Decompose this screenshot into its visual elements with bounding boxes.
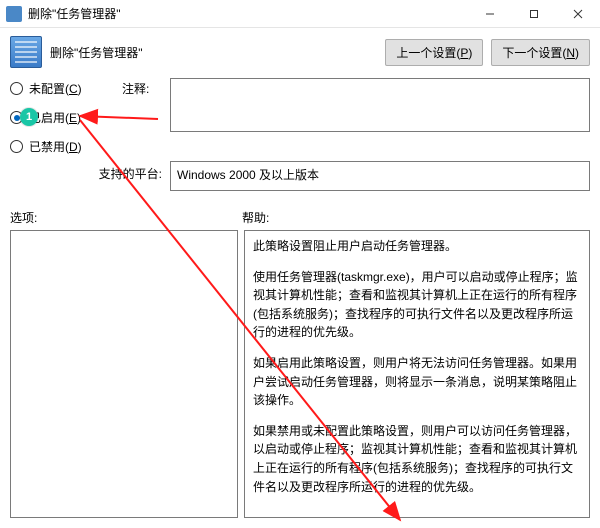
config-area: 未配置(C) 已启用(E) 已禁用(D) 注释: 支持的平台: Windows … xyxy=(0,78,600,191)
help-paragraph: 使用任务管理器(taskmgr.exe)，用户可以启动或停止程序；监视其计算机性… xyxy=(253,268,581,342)
window-title: 删除"任务管理器" xyxy=(28,5,468,22)
radio-disabled[interactable]: 已禁用(D) xyxy=(10,138,122,155)
options-label: 选项: xyxy=(10,209,242,226)
help-paragraph: 如果禁用或未配置此策略设置，则用户可以访问任务管理器，以启动或停止程序；监视其计… xyxy=(253,422,581,496)
comment-label: 注释: xyxy=(122,78,170,155)
maximize-button[interactable] xyxy=(512,0,556,28)
help-label: 帮助: xyxy=(242,209,269,226)
window-controls xyxy=(468,0,600,28)
policy-title: 删除"任务管理器" xyxy=(50,44,385,61)
policy-icon xyxy=(10,36,42,68)
header: 删除"任务管理器" 上一个设置(P) 下一个设置(N) xyxy=(0,28,600,78)
app-icon xyxy=(6,6,22,22)
options-panel xyxy=(10,230,238,518)
close-button[interactable] xyxy=(556,0,600,28)
help-text: 此策略设置阻止用户启动任务管理器。 使用任务管理器(taskmgr.exe)，用… xyxy=(253,237,581,496)
radio-not-configured[interactable]: 未配置(C) xyxy=(10,80,122,97)
previous-setting-button[interactable]: 上一个设置(P) xyxy=(385,39,483,66)
help-panel: 此策略设置阻止用户启动任务管理器。 使用任务管理器(taskmgr.exe)，用… xyxy=(244,230,590,518)
platform-label: 支持的平台: xyxy=(10,155,170,191)
comment-textarea[interactable] xyxy=(170,78,590,132)
help-paragraph: 此策略设置阻止用户启动任务管理器。 xyxy=(253,237,581,256)
panels: 此策略设置阻止用户启动任务管理器。 使用任务管理器(taskmgr.exe)，用… xyxy=(0,230,600,528)
annotation-step-1: 1 xyxy=(20,108,38,126)
radio-icon xyxy=(10,82,23,95)
minimize-button[interactable] xyxy=(468,0,512,28)
nav-buttons: 上一个设置(P) 下一个设置(N) xyxy=(385,39,590,66)
platform-value: Windows 2000 及以上版本 xyxy=(170,161,590,191)
titlebar: 删除"任务管理器" xyxy=(0,0,600,28)
next-setting-button[interactable]: 下一个设置(N) xyxy=(491,39,590,66)
section-labels: 选项: 帮助: xyxy=(0,191,600,230)
help-paragraph: 如果启用此策略设置，则用户将无法访问任务管理器。如果用户尝试启动任务管理器，则将… xyxy=(253,354,581,410)
radio-icon xyxy=(10,140,23,153)
